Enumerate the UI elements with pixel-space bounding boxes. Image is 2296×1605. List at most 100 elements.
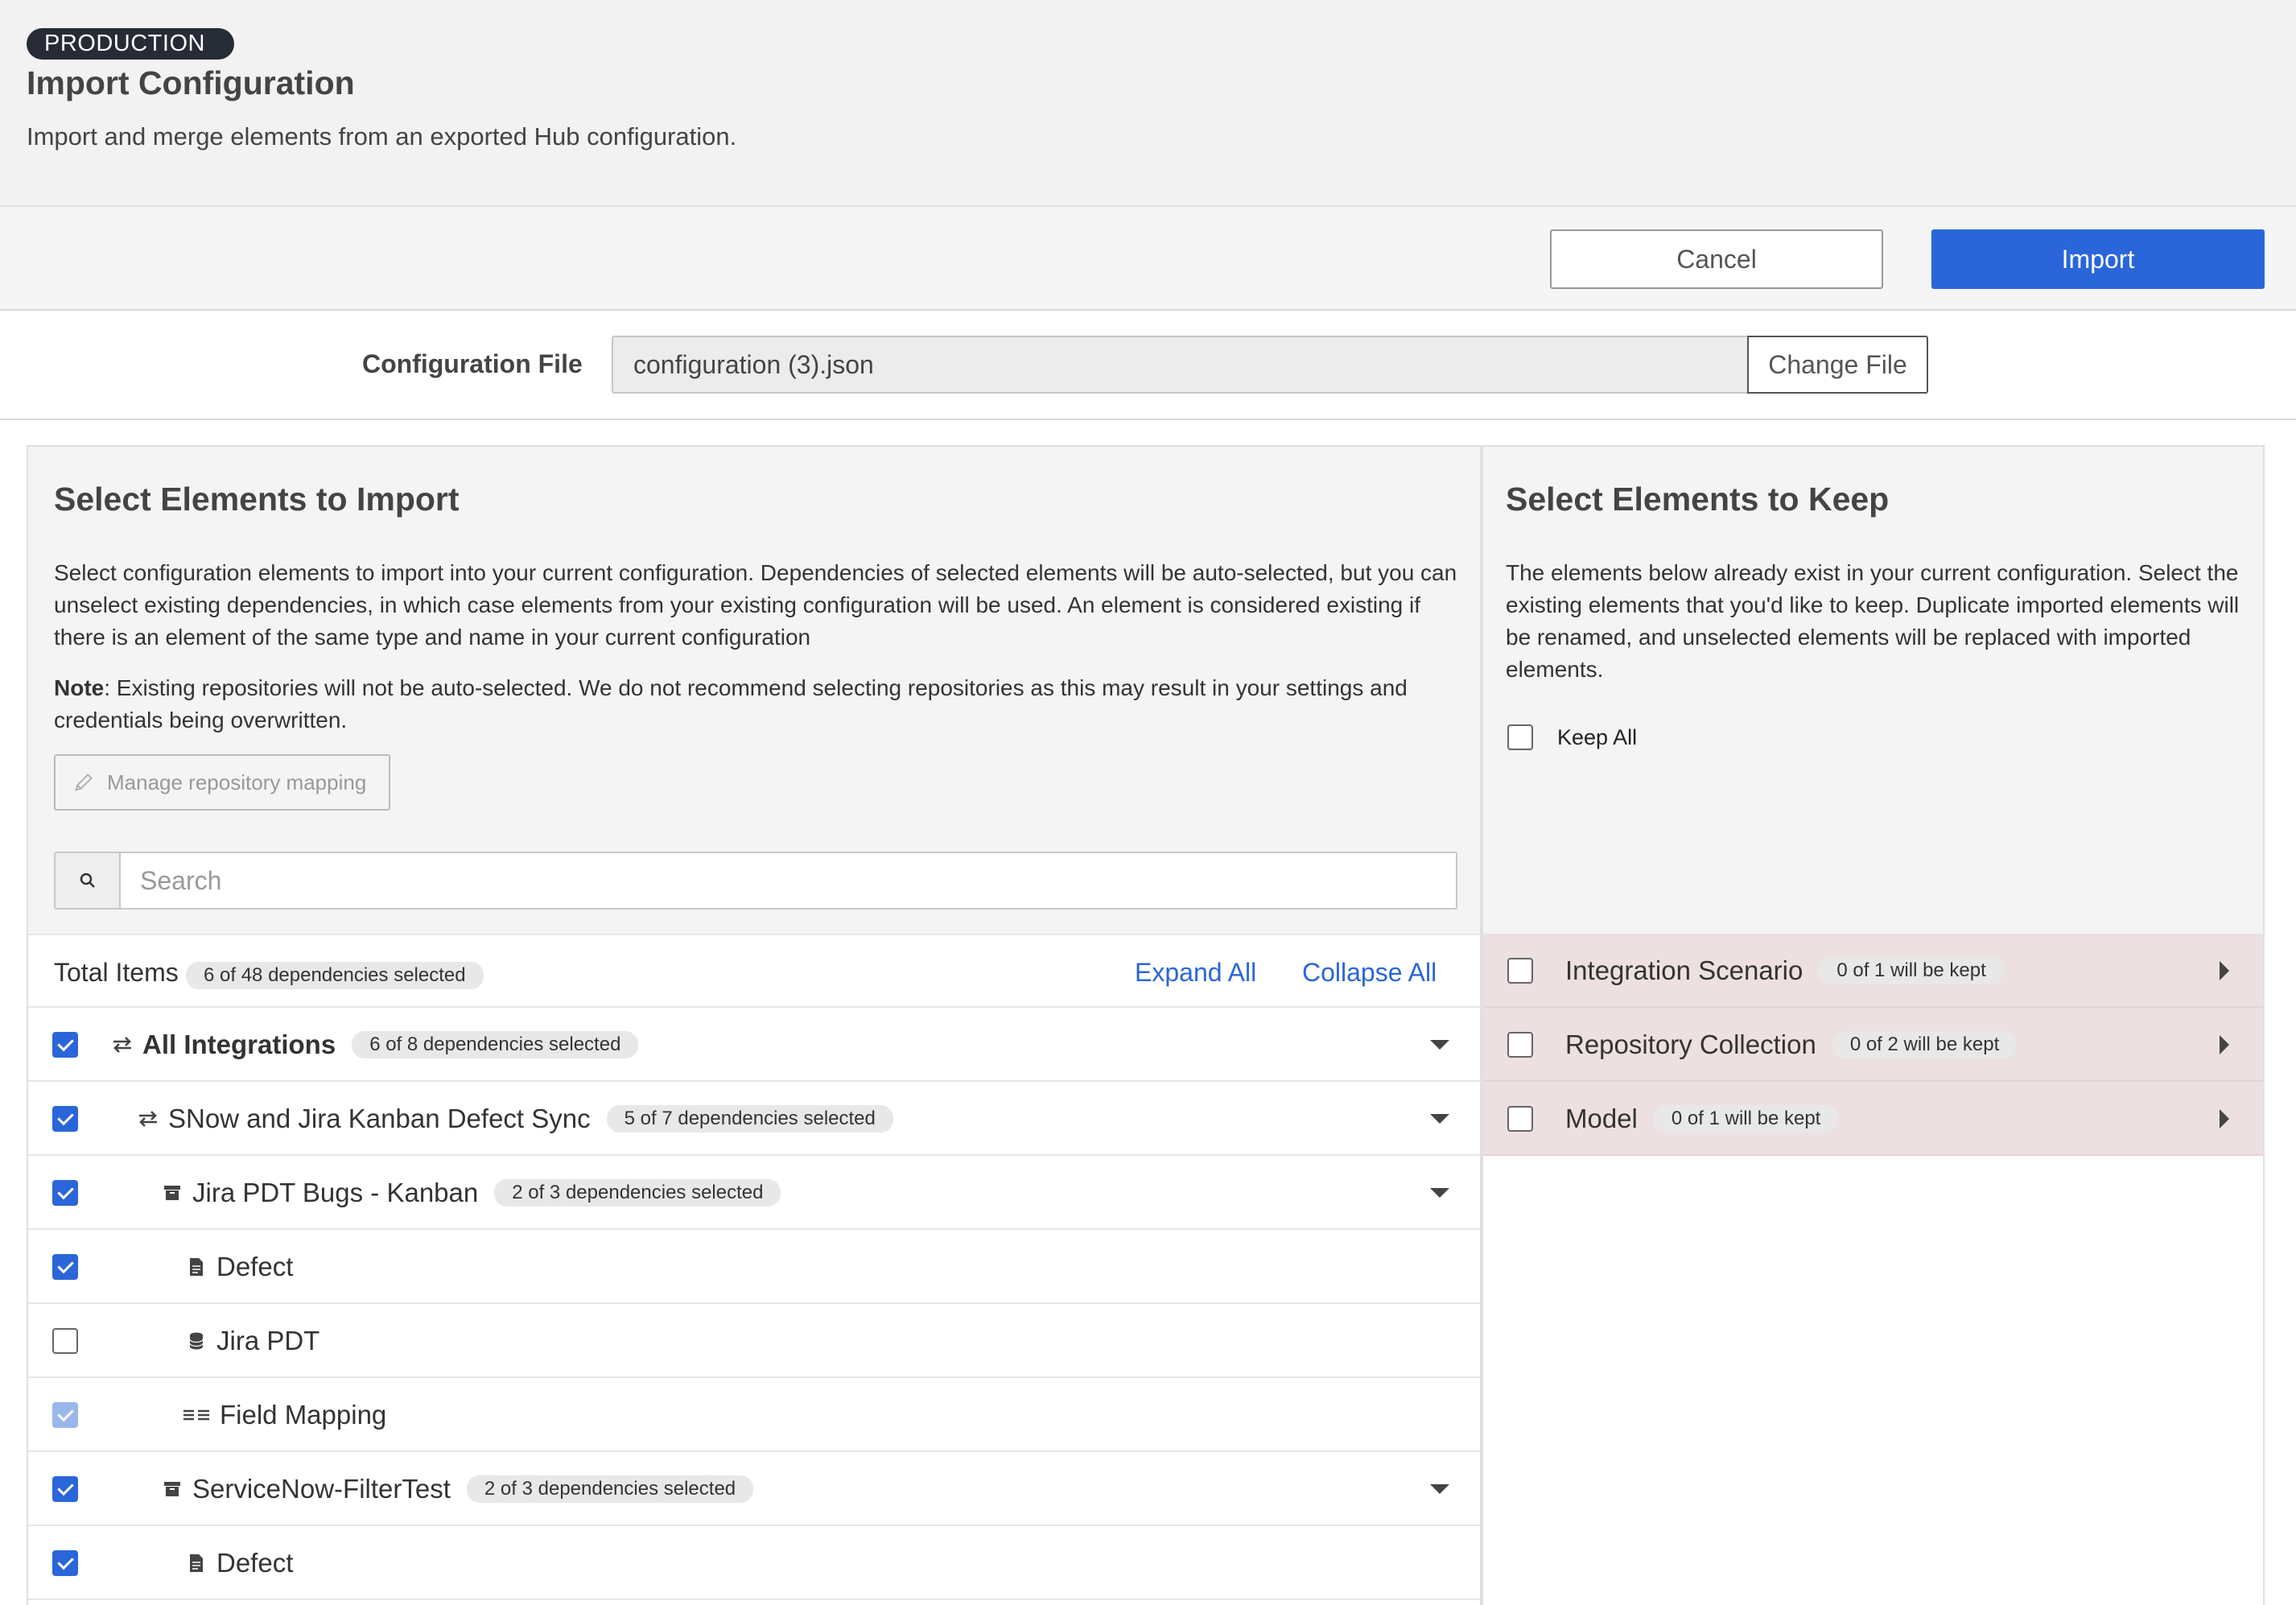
page-subtitle: Import and merge elements from an export…: [27, 122, 737, 151]
import-button[interactable]: Import: [1931, 229, 2265, 289]
tree-row[interactable]: Defect: [28, 1526, 1480, 1600]
document-icon: [186, 1256, 207, 1277]
row-content: ServiceNow-FilterTest 2 of 3 dependencie…: [162, 1452, 754, 1526]
keep-row-integration-scenario[interactable]: Integration Scenario 0 of 1 will be kept: [1483, 934, 2263, 1008]
tree-row[interactable]: SNow and Jira Kanban Defect Sync 5 of 7 …: [28, 1082, 1480, 1156]
row-checkbox[interactable]: [52, 1476, 78, 1502]
row-label: SNow and Jira Kanban Defect Sync: [168, 1104, 591, 1133]
page-title: Import Configuration: [27, 64, 355, 101]
keep-row-label: Integration Scenario: [1565, 955, 1803, 985]
config-file-row: Configuration File configuration (3).jso…: [0, 312, 2296, 420]
row-checkbox[interactable]: [52, 1106, 78, 1132]
row-badge: 6 of 8 dependencies selected: [352, 1031, 639, 1058]
chevron-down-icon[interactable]: [1430, 1114, 1449, 1124]
chevron-down-icon[interactable]: [1430, 1188, 1449, 1198]
keep-row-content: Integration Scenario 0 of 1 will be kept: [1565, 934, 2004, 1008]
manage-repository-mapping-label: Manage repository mapping: [107, 769, 367, 794]
note-label: Note: [54, 675, 105, 700]
keep-all-option[interactable]: Keep All: [1507, 724, 1637, 750]
document-icon: [186, 1553, 207, 1574]
keep-row-badge: 0 of 2 will be kept: [1832, 1031, 2018, 1058]
keep-row-badge: 0 of 1 will be kept: [1653, 1105, 1839, 1133]
keep-row-model[interactable]: Model 0 of 1 will be kept: [1483, 1082, 2263, 1156]
row-label: Defect: [216, 1548, 294, 1578]
total-items-badge: 6 of 48 dependencies selected: [186, 962, 484, 989]
total-items-label: Total Items: [54, 958, 179, 987]
note-text: : Existing repositories will not be auto…: [54, 675, 1408, 732]
import-panel-description: Select configuration elements to import …: [54, 560, 1457, 650]
collection-icon: [162, 1479, 183, 1500]
tree-row[interactable]: ServiceNow-FilterTest 2 of 3 dependencie…: [28, 1452, 1480, 1526]
keep-row-badge: 0 of 1 will be kept: [1819, 957, 2004, 984]
row-checkbox[interactable]: [52, 1328, 78, 1354]
import-panel-header: Select Elements to Import Select configu…: [27, 445, 1482, 934]
keep-row-repository-collection[interactable]: Repository Collection 0 of 2 will be kep…: [1483, 1008, 2263, 1082]
keep-all-label: Keep All: [1557, 724, 1638, 749]
expand-all-link[interactable]: Expand All: [1135, 958, 1256, 988]
search-icon[interactable]: [54, 852, 121, 910]
search-input[interactable]: Search: [119, 852, 1457, 910]
row-content: SNow and Jira Kanban Defect Sync 5 of 7 …: [138, 1082, 893, 1156]
keep-panel-description: The elements below already exist in your…: [1506, 560, 2240, 682]
chevron-right-icon[interactable]: [2220, 961, 2229, 980]
page-header: PRODUCTION Import Configuration Import a…: [0, 0, 2296, 205]
import-panel-title: Select Elements to Import: [54, 481, 460, 518]
search-bar: Search: [54, 852, 1457, 910]
keep-panel-header: Select Elements to Keep The elements bel…: [1482, 445, 2265, 934]
row-label: All Integrations: [142, 1029, 336, 1059]
keep-row-checkbox[interactable]: [1507, 1106, 1533, 1132]
tree-row[interactable]: Field Mapping: [28, 1378, 1480, 1452]
integration-icon: [112, 1034, 133, 1055]
cancel-button[interactable]: Cancel: [1550, 229, 1883, 289]
chevron-right-icon[interactable]: [2220, 1109, 2229, 1128]
row-label: ServiceNow-FilterTest: [192, 1474, 451, 1504]
tree-row[interactable]: Defect: [28, 1230, 1480, 1304]
manage-repository-mapping-button[interactable]: Manage repository mapping: [54, 754, 390, 811]
row-checkbox[interactable]: [52, 1254, 78, 1280]
row-content: Defect: [186, 1230, 293, 1304]
keep-row-checkbox[interactable]: [1507, 958, 1533, 984]
keep-row-label: Repository Collection: [1565, 1029, 1816, 1059]
integration-icon: [138, 1108, 159, 1129]
config-file-label: Configuration File: [362, 349, 583, 378]
row-content: All Integrations 6 of 8 dependencies sel…: [112, 1008, 639, 1082]
keep-list: Integration Scenario 0 of 1 will be kept…: [1482, 934, 2265, 1605]
row-badge: 2 of 3 dependencies selected: [466, 1475, 754, 1503]
mapping-icon: [183, 1405, 210, 1426]
row-content: Jira PDT Bugs - Kanban 2 of 3 dependenci…: [162, 1156, 781, 1230]
keep-row-checkbox[interactable]: [1507, 1032, 1533, 1058]
keep-row-content: Model 0 of 1 will be kept: [1565, 1082, 1839, 1156]
row-label: Field Mapping: [220, 1400, 387, 1430]
keep-panel-title: Select Elements to Keep: [1506, 481, 1890, 518]
chevron-right-icon[interactable]: [2220, 1035, 2229, 1054]
change-file-button[interactable]: Change File: [1747, 336, 1928, 394]
chevron-down-icon[interactable]: [1430, 1484, 1449, 1494]
row-badge: 5 of 7 dependencies selected: [606, 1105, 893, 1133]
row-checkbox: [52, 1402, 78, 1428]
row-badge: 2 of 3 dependencies selected: [494, 1179, 781, 1207]
row-label: Jira PDT: [216, 1326, 320, 1355]
tree-row[interactable]: Jira PDT Bugs - Kanban 2 of 3 dependenci…: [28, 1156, 1480, 1230]
row-content: Defect: [186, 1526, 293, 1600]
row-checkbox[interactable]: [52, 1032, 78, 1058]
action-bar: Cancel Import: [0, 205, 2296, 311]
pencil-icon: [73, 772, 94, 793]
import-panel-note: Note: Existing repositories will not be …: [54, 672, 1470, 736]
tree-row[interactable]: All Integrations 6 of 8 dependencies sel…: [28, 1008, 1480, 1082]
keep-row-label: Model: [1565, 1104, 1638, 1133]
database-icon: [186, 1331, 207, 1351]
tree-header: Total Items 6 of 48 dependencies selecte…: [28, 934, 1480, 1008]
row-checkbox[interactable]: [52, 1180, 78, 1206]
row-label: Jira PDT Bugs - Kanban: [192, 1178, 479, 1207]
row-content: Field Mapping: [183, 1378, 386, 1452]
keep-row-content: Repository Collection 0 of 2 will be kep…: [1565, 1008, 2018, 1082]
tree-row[interactable]: Jira PDT: [28, 1304, 1480, 1378]
collapse-all-link[interactable]: Collapse All: [1302, 958, 1437, 988]
config-file-field[interactable]: configuration (3).json: [612, 336, 1748, 394]
row-content: Jira PDT: [186, 1304, 319, 1378]
import-tree: Total Items 6 of 48 dependencies selecte…: [27, 934, 1482, 1605]
row-checkbox[interactable]: [52, 1550, 78, 1576]
chevron-down-icon[interactable]: [1430, 1040, 1449, 1050]
keep-all-checkbox[interactable]: [1507, 724, 1533, 750]
collection-icon: [162, 1182, 183, 1203]
